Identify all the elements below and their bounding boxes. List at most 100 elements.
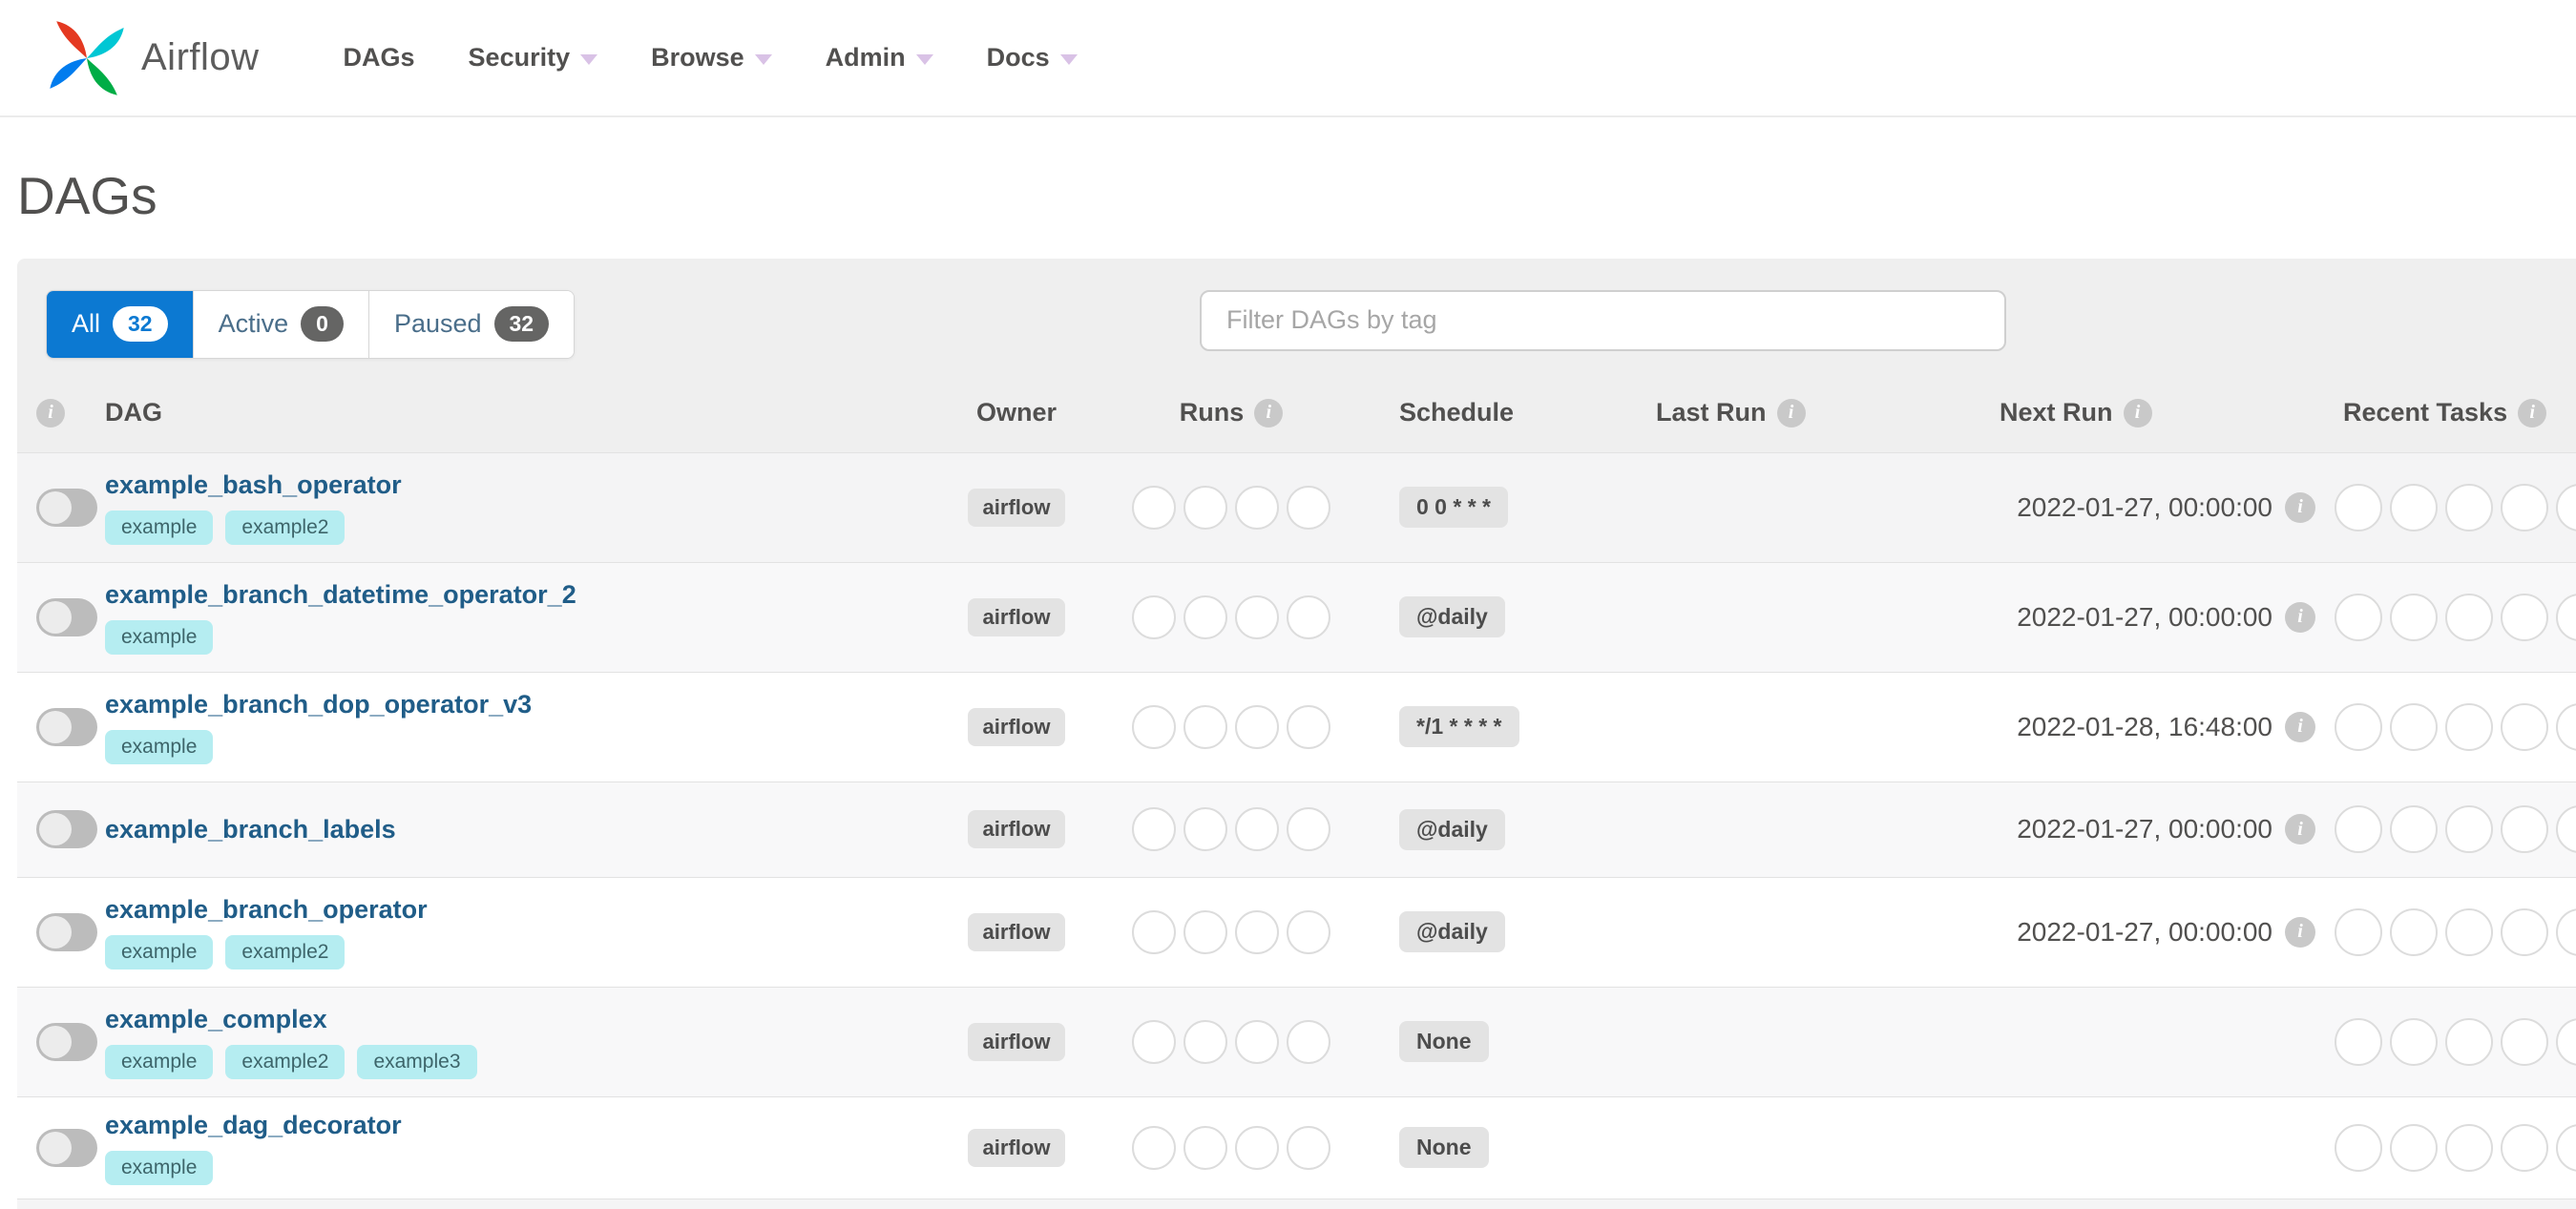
- run-status-circle[interactable]: [1287, 909, 1330, 954]
- task-status-circle[interactable]: [2445, 1017, 2493, 1066]
- task-status-circle[interactable]: [2556, 1017, 2576, 1066]
- schedule-badge[interactable]: @daily: [1399, 911, 1505, 952]
- run-status-circle[interactable]: [1235, 1125, 1279, 1170]
- dag-link[interactable]: example_branch_datetime_operator_2: [105, 580, 945, 610]
- recent-tasks-info-icon[interactable]: i: [2518, 398, 2547, 427]
- dag-pause-toggle[interactable]: [36, 1128, 97, 1167]
- runs-info-icon[interactable]: i: [1254, 398, 1284, 427]
- run-status-circle[interactable]: [1132, 1019, 1176, 1064]
- airflow-logo[interactable]: Airflow: [46, 17, 344, 99]
- header-last-run[interactable]: Last Run: [1656, 398, 1767, 427]
- dag-pause-toggle[interactable]: [36, 707, 97, 746]
- task-status-circle[interactable]: [2335, 907, 2382, 956]
- task-status-circle[interactable]: [2445, 593, 2493, 641]
- task-status-circle[interactable]: [2556, 702, 2576, 751]
- run-status-circle[interactable]: [1183, 1125, 1227, 1170]
- next-run-info-icon[interactable]: i: [2285, 601, 2315, 633]
- run-status-circle[interactable]: [1235, 594, 1279, 639]
- task-status-circle[interactable]: [2556, 907, 2576, 956]
- task-status-circle[interactable]: [2501, 1017, 2548, 1066]
- run-status-circle[interactable]: [1132, 485, 1176, 530]
- dag-pause-toggle[interactable]: [36, 597, 97, 636]
- dag-tag[interactable]: example: [105, 1044, 214, 1079]
- next-run-info-icon[interactable]: i: [2285, 814, 2315, 844]
- run-status-circle[interactable]: [1132, 594, 1176, 639]
- nav-item-browse[interactable]: Browse: [651, 43, 772, 73]
- nav-item-dags[interactable]: DAGs: [344, 43, 415, 73]
- last-run-info-icon[interactable]: i: [1776, 398, 1806, 427]
- header-owner[interactable]: Owner: [976, 398, 1057, 427]
- run-status-circle[interactable]: [1287, 704, 1330, 749]
- task-status-circle[interactable]: [2335, 593, 2382, 641]
- task-status-circle[interactable]: [2556, 483, 2576, 532]
- header-recent-tasks[interactable]: Recent Tasks: [2343, 398, 2507, 427]
- schedule-badge[interactable]: None: [1399, 1021, 1489, 1062]
- task-status-circle[interactable]: [2501, 907, 2548, 956]
- task-status-circle[interactable]: [2335, 702, 2382, 751]
- task-status-circle[interactable]: [2335, 805, 2382, 853]
- task-status-circle[interactable]: [2445, 907, 2493, 956]
- run-status-circle[interactable]: [1183, 704, 1227, 749]
- run-status-circle[interactable]: [1183, 1019, 1227, 1064]
- task-status-circle[interactable]: [2390, 907, 2438, 956]
- task-status-circle[interactable]: [2501, 702, 2548, 751]
- header-runs[interactable]: Runs: [1180, 398, 1245, 427]
- dag-pause-toggle[interactable]: [36, 810, 97, 848]
- run-status-circle[interactable]: [1183, 594, 1227, 639]
- task-status-circle[interactable]: [2445, 702, 2493, 751]
- schedule-badge[interactable]: @daily: [1399, 596, 1505, 637]
- schedule-badge[interactable]: 0 0 * * *: [1399, 487, 1508, 528]
- task-status-circle[interactable]: [2335, 483, 2382, 532]
- run-status-circle[interactable]: [1183, 807, 1227, 851]
- task-status-circle[interactable]: [2445, 1123, 2493, 1172]
- task-status-circle[interactable]: [2390, 805, 2438, 853]
- dag-tag[interactable]: example3: [357, 1044, 477, 1079]
- table-info-icon[interactable]: i: [36, 398, 65, 427]
- next-run-info-icon[interactable]: i: [2285, 711, 2315, 742]
- next-run-info-icon[interactable]: i: [2285, 491, 2315, 523]
- dag-link[interactable]: example_dag_decorator: [105, 1111, 945, 1140]
- schedule-badge[interactable]: None: [1399, 1127, 1489, 1168]
- run-status-circle[interactable]: [1287, 1125, 1330, 1170]
- header-dag[interactable]: DAG: [105, 398, 162, 427]
- run-status-circle[interactable]: [1183, 485, 1227, 530]
- header-schedule[interactable]: Schedule: [1399, 398, 1514, 427]
- run-status-circle[interactable]: [1235, 1019, 1279, 1064]
- tab-active[interactable]: Active 0: [193, 290, 369, 358]
- next-run-info-icon[interactable]: i: [2123, 398, 2152, 427]
- schedule-badge[interactable]: */1 * * * *: [1399, 706, 1519, 747]
- task-status-circle[interactable]: [2445, 805, 2493, 853]
- dag-link[interactable]: example_branch_operator: [105, 895, 945, 925]
- run-status-circle[interactable]: [1235, 485, 1279, 530]
- dag-tag[interactable]: example: [105, 619, 214, 655]
- dag-link[interactable]: example_branch_dop_operator_v3: [105, 690, 945, 719]
- run-status-circle[interactable]: [1132, 1125, 1176, 1170]
- dag-tag[interactable]: example: [105, 934, 214, 969]
- task-status-circle[interactable]: [2390, 1123, 2438, 1172]
- task-status-circle[interactable]: [2501, 483, 2548, 532]
- tab-all[interactable]: All 32: [47, 290, 194, 358]
- dag-tag[interactable]: example2: [225, 510, 346, 545]
- task-status-circle[interactable]: [2390, 702, 2438, 751]
- schedule-badge[interactable]: @daily: [1399, 808, 1505, 850]
- dag-link[interactable]: example_complex: [105, 1005, 945, 1034]
- task-status-circle[interactable]: [2445, 483, 2493, 532]
- run-status-circle[interactable]: [1287, 485, 1330, 530]
- dag-tag[interactable]: example2: [225, 1044, 346, 1079]
- filter-dags-by-tag-input[interactable]: [1200, 289, 2006, 351]
- task-status-circle[interactable]: [2556, 805, 2576, 853]
- task-status-circle[interactable]: [2390, 483, 2438, 532]
- run-status-circle[interactable]: [1287, 807, 1330, 851]
- dag-tag[interactable]: example: [105, 729, 214, 764]
- task-status-circle[interactable]: [2501, 593, 2548, 641]
- task-status-circle[interactable]: [2556, 1123, 2576, 1172]
- run-status-circle[interactable]: [1132, 807, 1176, 851]
- dag-pause-toggle[interactable]: [36, 1022, 97, 1061]
- nav-item-security[interactable]: Security: [469, 43, 598, 73]
- dag-link[interactable]: example_bash_operator: [105, 470, 945, 500]
- run-status-circle[interactable]: [1287, 594, 1330, 639]
- nav-item-admin[interactable]: Admin: [826, 43, 933, 73]
- run-status-circle[interactable]: [1287, 1019, 1330, 1064]
- run-status-circle[interactable]: [1235, 704, 1279, 749]
- task-status-circle[interactable]: [2335, 1017, 2382, 1066]
